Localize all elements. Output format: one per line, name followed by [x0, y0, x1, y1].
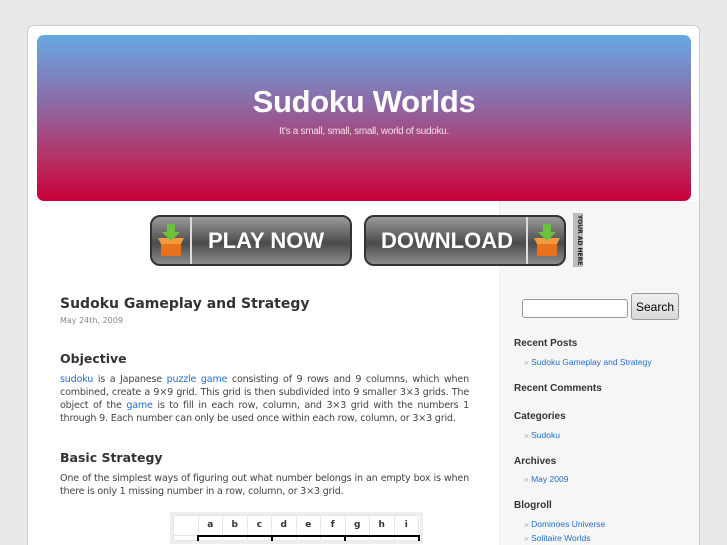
site-title[interactable]: Sudoku Worlds — [37, 84, 691, 120]
play-now-banner[interactable]: PLAY NOW — [150, 215, 352, 266]
recent-posts-heading: Recent Posts — [514, 338, 578, 349]
grid-header-row: abcdefghi — [173, 515, 419, 536]
page-container: Sudoku Worlds It's a small, small, small… — [27, 25, 700, 545]
sudoku-link[interactable]: sudoku — [60, 374, 93, 385]
objective-paragraph: sudoku is a Japanese puzzle game consist… — [60, 374, 470, 424]
game-link[interactable]: game — [126, 400, 153, 411]
blogroll-heading: Blogroll — [514, 500, 552, 511]
download-banner[interactable]: DOWNLOAD — [364, 215, 566, 266]
download-box-icon — [534, 224, 560, 256]
play-now-label: PLAY NOW — [208, 227, 325, 253]
archive-link[interactable]: May 2009 — [524, 474, 568, 484]
post-title[interactable]: Sudoku Gameplay and Strategy — [60, 296, 469, 312]
objective-heading: Objective — [60, 351, 127, 366]
grid-row — [173, 534, 420, 541]
game-link[interactable]: game — [201, 374, 228, 385]
blogroll-link[interactable]: Solitaire Worlds — [524, 533, 590, 543]
sudoku-grid: abcdefghi — [170, 512, 423, 544]
site-header: Sudoku Worlds It's a small, small, small… — [37, 35, 691, 201]
search-input[interactable] — [522, 299, 628, 318]
categories-heading: Categories — [514, 411, 566, 422]
post: Sudoku Gameplay and Strategy May 24th, 2… — [60, 296, 470, 544]
post-date: May 24th, 2009 — [60, 316, 123, 325]
download-label: DOWNLOAD — [381, 227, 513, 253]
category-link[interactable]: Sudoku — [524, 430, 560, 440]
search-button[interactable]: Search — [631, 293, 679, 320]
puzzle-link[interactable]: puzzle — [167, 374, 197, 385]
ad-placeholder[interactable]: YOUR AD HERE — [573, 213, 583, 267]
site-tagline: It's a small, small, small, world of sud… — [279, 126, 449, 137]
archives-heading: Archives — [514, 456, 557, 467]
blogroll-link[interactable]: Dominoes Universe — [524, 519, 605, 529]
recent-post-link[interactable]: Sudoku Gameplay and Strategy — [524, 357, 652, 367]
strategy-heading: Basic Strategy — [60, 450, 163, 465]
strategy-paragraph: One of the simplest ways of figuring out… — [60, 473, 469, 497]
download-box-icon — [158, 224, 184, 256]
recent-comments-heading: Recent Comments — [514, 383, 602, 394]
